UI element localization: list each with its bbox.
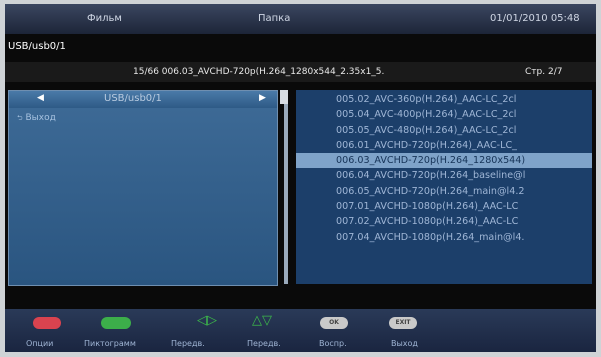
- file-info-bar: 15/66 006.03_AVCHD-720p(H.264_1280x544_2…: [5, 62, 596, 82]
- exit-label: Выход: [391, 339, 418, 348]
- right-arrow-icon[interactable]: ▶: [259, 93, 266, 103]
- green-button[interactable]: [101, 317, 131, 329]
- file-list-pane: 005.02_AVC-360p(H.264)_AAC-LC_2cl 005.04_…: [296, 90, 592, 284]
- exit-folder-item[interactable]: ⮌ Выход: [17, 113, 56, 125]
- page-indicator: Стр. 2/7: [525, 67, 563, 77]
- play-label: Воспр.: [319, 339, 347, 348]
- exit-button[interactable]: EXIT: [389, 317, 417, 329]
- left-scrollbar-track[interactable]: [284, 104, 288, 284]
- left-scrollbar-thumb[interactable]: [280, 90, 288, 104]
- thumbnails-label: Пиктограмм: [84, 339, 136, 348]
- file-list-item[interactable]: 007.04_AVCHD-1080p(H.264_main@l4.: [296, 230, 592, 245]
- up-down-arrows-icon[interactable]: △▽: [252, 314, 272, 328]
- left-arrow-icon[interactable]: ◀: [37, 93, 44, 103]
- mode-folder-label: Папка: [258, 13, 291, 24]
- prev-label: Передв.: [171, 339, 205, 348]
- file-list-item[interactable]: 005.02_AVC-360p(H.264)_AAC-LC_2cl: [296, 92, 592, 107]
- file-list-item[interactable]: 005.04_AVC-400p(H.264)_AAC-LC_2cl: [296, 107, 592, 122]
- file-list-item[interactable]: 005.05_AVC-480p(H.264)_AAC-LC_2cl: [296, 123, 592, 138]
- next-label: Передв.: [247, 339, 281, 348]
- folder-back-icon: ⮌: [17, 114, 23, 122]
- datetime-label: 01/01/2010 05:48: [490, 13, 580, 24]
- current-path: USB/usb0/1: [8, 41, 66, 52]
- left-right-arrows-icon[interactable]: ◁▷: [197, 314, 217, 328]
- exit-folder-label: Выход: [25, 113, 56, 123]
- file-list-item[interactable]: 006.05_AVCHD-720p(H.264_main@l4.2: [296, 184, 592, 199]
- top-bar: Фильм Папка 01/01/2010 05:48: [5, 4, 596, 34]
- file-list-item[interactable]: 006.01_AVCHD-720p(H.264)_AAC-LC_: [296, 138, 592, 153]
- screen: Фильм Папка 01/01/2010 05:48 USB/usb0/1 …: [5, 4, 596, 352]
- folder-pane-header: ◀ USB/usb0/1 ▶: [9, 91, 277, 108]
- red-button[interactable]: [33, 317, 61, 329]
- file-list-item[interactable]: 007.02_AVCHD-1080p(H.264)_AAC-LC: [296, 214, 592, 229]
- selected-file-info: 15/66 006.03_AVCHD-720p(H.264_1280x544_2…: [133, 67, 385, 77]
- folder-pane-title: USB/usb0/1: [104, 93, 162, 104]
- file-list-item[interactable]: 006.03_AVCHD-720p(H.264_1280x544): [296, 153, 592, 169]
- file-list: 005.02_AVC-360p(H.264)_AAC-LC_2cl 005.04_…: [296, 92, 592, 245]
- mode-film-label: Фильм: [87, 13, 122, 24]
- file-list-item[interactable]: 006.04_AVCHD-720p(H.264_baseline@l: [296, 168, 592, 183]
- ok-button[interactable]: OK: [320, 317, 348, 329]
- file-list-item[interactable]: 007.01_AVCHD-1080p(H.264)_AAC-LC: [296, 199, 592, 214]
- bottom-button-bar: Опции Пиктограмм ◁▷ Передв. △▽ Передв. O…: [5, 309, 596, 352]
- options-label: Опции: [26, 339, 54, 348]
- folder-pane: ◀ USB/usb0/1 ▶ ⮌ Выход: [8, 90, 278, 286]
